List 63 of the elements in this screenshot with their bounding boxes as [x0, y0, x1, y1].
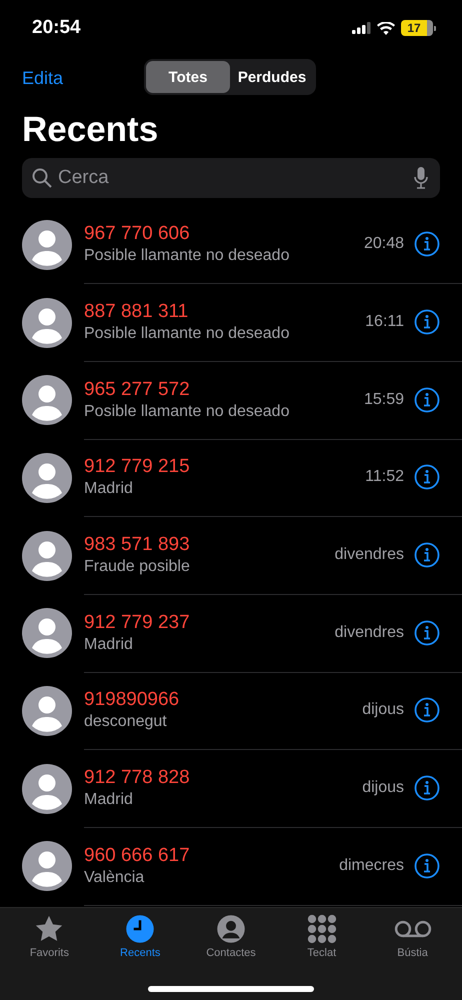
caller-detail: Fraude posible [84, 558, 191, 576]
call-time: dijous [362, 779, 404, 798]
avatar-icon [22, 530, 72, 581]
call-time: dimecres [339, 856, 404, 875]
avatar-icon [22, 452, 72, 503]
tab-bar-item[interactable]: Recents [94, 914, 186, 966]
caller-detail: Madrid [84, 791, 134, 810]
caller-number[interactable]: 965 277 572 [84, 378, 364, 401]
tab-bar-item[interactable]: Bústia [367, 914, 458, 966]
avatar-icon [22, 220, 72, 270]
tab-bar-item[interactable]: Favorits [4, 914, 95, 966]
call-time: divendres [334, 624, 404, 642]
edit-button[interactable]: Edita [22, 68, 64, 88]
tab-bar-item[interactable]: Teclat [276, 914, 368, 966]
info-icon[interactable] [414, 852, 440, 879]
keypad-icon [306, 914, 337, 944]
caller-number[interactable]: 960 666 617 [84, 844, 340, 867]
info-icon[interactable] [414, 231, 440, 258]
wifi-icon [377, 22, 395, 34]
segment-tab[interactable]: Totes [146, 61, 230, 93]
segment-tab[interactable]: Perdudes [230, 61, 314, 93]
caller-number[interactable]: 967 770 606 [84, 223, 364, 246]
caller-number[interactable]: 919890966 [84, 689, 362, 712]
call-time: 16:11 [365, 313, 404, 332]
info-icon[interactable] [414, 620, 440, 646]
avatar-icon [22, 841, 72, 892]
caller-detail: València [84, 868, 146, 887]
caller-number[interactable]: 912 779 215 [84, 456, 366, 478]
caller-detail: Madrid [84, 480, 134, 498]
microphone-icon[interactable] [414, 167, 428, 189]
avatar-icon [22, 686, 72, 736]
caller-detail: Posible llamante no deseado [84, 402, 290, 421]
avatar-icon [22, 608, 72, 658]
avatar-icon [22, 298, 72, 348]
person-icon [216, 914, 246, 944]
caller-number[interactable]: 912 778 828 [84, 767, 362, 790]
signal-icon [352, 22, 371, 34]
call-time: 20:48 [364, 235, 404, 254]
caller-detail: Madrid [84, 636, 134, 654]
caller-number[interactable]: 887 881 311 [84, 301, 366, 324]
caller-number[interactable]: 983 571 893 [84, 534, 335, 556]
caller-detail: Posible llamante no deseado [84, 247, 290, 266]
caller-detail: desconegut [84, 713, 168, 732]
avatar-icon [22, 764, 72, 814]
status-time: 20:54 [32, 17, 81, 39]
avatar-icon [22, 375, 72, 426]
clock-icon [125, 914, 156, 944]
caller-detail: Posible llamante no deseado [84, 325, 290, 344]
call-time: 15:59 [364, 390, 404, 409]
search-field[interactable]: Cerca [22, 158, 440, 198]
tab-bar-item[interactable]: Contactes [186, 914, 276, 966]
call-time: 11:52 [365, 468, 404, 486]
info-icon[interactable] [414, 309, 440, 336]
call-time: dijous [362, 701, 404, 720]
call-time: divendres [334, 546, 404, 564]
page-title: Recents [22, 110, 160, 150]
info-icon[interactable] [414, 697, 440, 724]
info-icon[interactable] [414, 386, 440, 413]
info-icon[interactable] [414, 775, 440, 802]
info-icon[interactable] [414, 464, 440, 490]
caller-number[interactable]: 912 779 237 [84, 612, 335, 634]
battery-level: 17 [401, 20, 433, 36]
info-icon[interactable] [414, 542, 440, 568]
